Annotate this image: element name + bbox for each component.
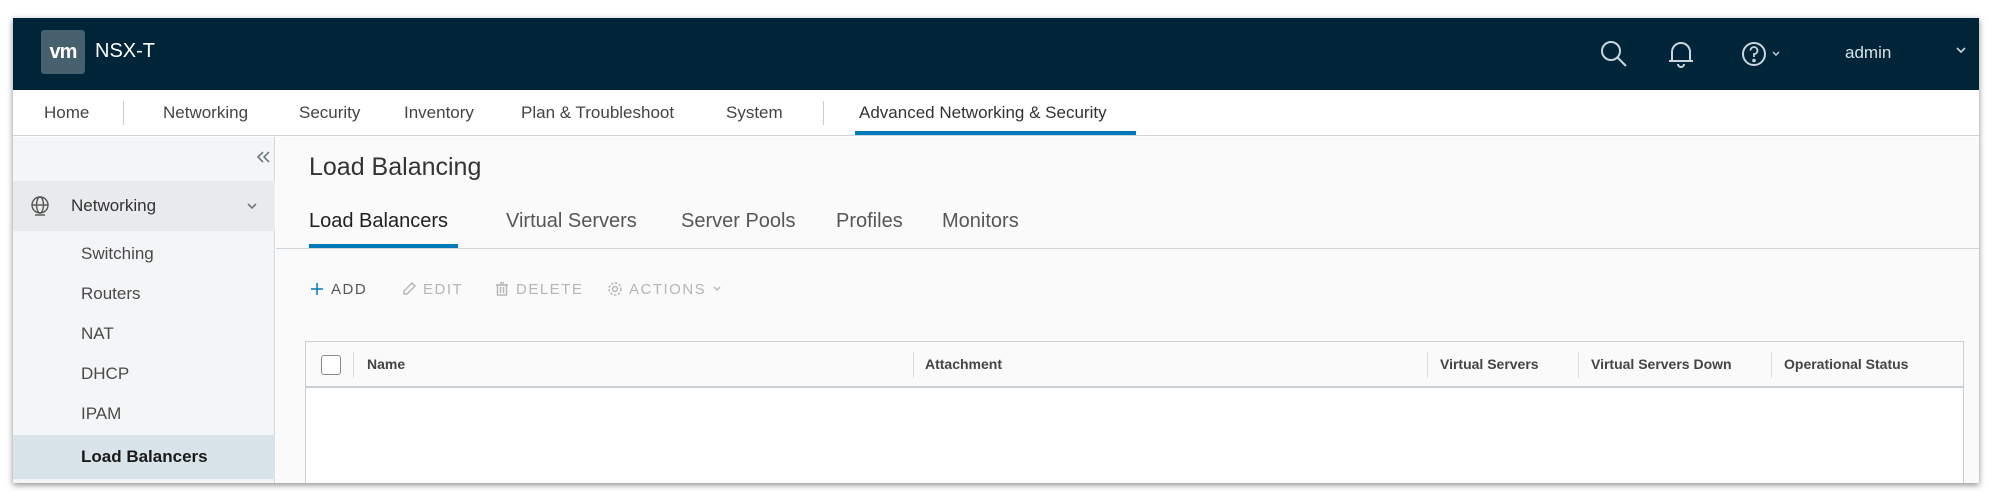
sidebar-item-switching[interactable]: Switching	[13, 234, 275, 274]
tab-load-balancers[interactable]: Load Balancers	[309, 210, 448, 233]
column-virtual-servers-down[interactable]: Virtual Servers Down	[1591, 356, 1732, 372]
topnav-system[interactable]: System	[726, 90, 783, 136]
actions-label: ACTIONS	[629, 280, 707, 298]
topnav-advanced-networking-security[interactable]: Advanced Networking & Security	[859, 90, 1107, 136]
topnav-home[interactable]: Home	[44, 90, 89, 136]
tab-virtual-servers[interactable]: Virtual Servers	[506, 210, 637, 233]
app-header: vm NSX-T admin	[13, 18, 1979, 90]
edit-button[interactable]: EDIT	[401, 277, 463, 301]
column-attachment[interactable]: Attachment	[925, 356, 1002, 372]
networking-icon	[29, 195, 51, 222]
sidebar-item-label: Switching	[81, 244, 154, 263]
column-divider	[353, 352, 354, 378]
delete-button[interactable]: DELETE	[494, 277, 583, 301]
topnav-networking[interactable]: Networking	[163, 90, 248, 136]
active-nav-indicator	[855, 131, 1136, 135]
add-button[interactable]: ADD	[309, 277, 367, 301]
column-name[interactable]: Name	[367, 356, 405, 372]
sidebar-item-label: Routers	[81, 284, 141, 303]
sidebar: Networking Switching Routers NAT DHCP IP…	[13, 137, 275, 483]
column-virtual-servers[interactable]: Virtual Servers	[1440, 356, 1539, 372]
delete-label: DELETE	[516, 280, 584, 298]
search-icon[interactable]	[1598, 38, 1630, 70]
chevron-down-icon	[713, 286, 721, 292]
column-divider[interactable]	[913, 352, 914, 378]
sidebar-item-label: Load Balancers	[81, 447, 208, 466]
sidebar-group-label: Networking	[71, 196, 157, 215]
load-balancers-grid: Name Attachment Virtual Servers Virtual …	[305, 341, 1964, 483]
nav-divider	[123, 101, 124, 125]
sidebar-item-dhcp[interactable]: DHCP	[13, 354, 275, 394]
add-label: ADD	[331, 280, 368, 298]
sidebar-group-networking[interactable]: Networking	[13, 181, 275, 231]
page-title: Load Balancing	[309, 153, 482, 181]
edit-label: EDIT	[423, 280, 464, 298]
sidebar-item-routers[interactable]: Routers	[13, 274, 275, 314]
actions-button[interactable]: ACTIONS	[607, 277, 722, 301]
column-divider[interactable]	[1578, 352, 1579, 378]
trash-icon	[496, 282, 508, 296]
user-menu[interactable]: admin	[1845, 43, 1891, 63]
main-content: Load Balancing Load Balancers Virtual Se…	[276, 137, 1979, 483]
sidebar-item-load-balancers[interactable]: Load Balancers	[13, 435, 275, 479]
tab-server-pools[interactable]: Server Pools	[681, 210, 796, 233]
top-navigation: Home Networking Security Inventory Plan …	[13, 90, 1979, 136]
tab-profiles[interactable]: Profiles	[836, 210, 903, 233]
product-name: NSX-T	[95, 40, 155, 62]
sidebar-item-label: DHCP	[81, 364, 130, 383]
column-divider[interactable]	[1427, 352, 1428, 378]
collapse-sidebar-icon[interactable]	[255, 149, 271, 170]
active-tab-indicator	[309, 244, 458, 248]
chevron-down-icon[interactable]	[1953, 42, 1969, 63]
app-window: vm NSX-T admin Home Networking Security …	[13, 18, 1979, 483]
tab-monitors[interactable]: Monitors	[942, 210, 1019, 233]
column-operational-status[interactable]: Operational Status	[1784, 356, 1908, 372]
column-divider[interactable]	[1771, 352, 1772, 378]
sidebar-item-nat[interactable]: NAT	[13, 314, 275, 354]
plus-icon	[311, 283, 323, 295]
topnav-security[interactable]: Security	[299, 90, 360, 136]
topnav-plan-troubleshoot[interactable]: Plan & Troubleshoot	[521, 90, 674, 136]
chevron-down-icon	[245, 199, 259, 218]
pencil-icon	[403, 281, 417, 295]
nav-divider	[823, 101, 824, 125]
vmware-logo[interactable]: vm	[41, 30, 85, 74]
gear-icon	[608, 282, 622, 296]
topnav-inventory[interactable]: Inventory	[404, 90, 474, 136]
sidebar-item-label: NAT	[81, 324, 114, 343]
grid-header: Name Attachment Virtual Servers Virtual …	[306, 342, 1963, 388]
help-icon[interactable]	[1741, 38, 1785, 70]
tab-bar: Load Balancers Virtual Servers Server Po…	[276, 197, 1979, 249]
sidebar-item-ipam[interactable]: IPAM	[13, 394, 275, 434]
sidebar-item-label: IPAM	[81, 404, 122, 423]
select-all-checkbox[interactable]	[321, 355, 341, 375]
bell-icon[interactable]	[1665, 38, 1697, 70]
